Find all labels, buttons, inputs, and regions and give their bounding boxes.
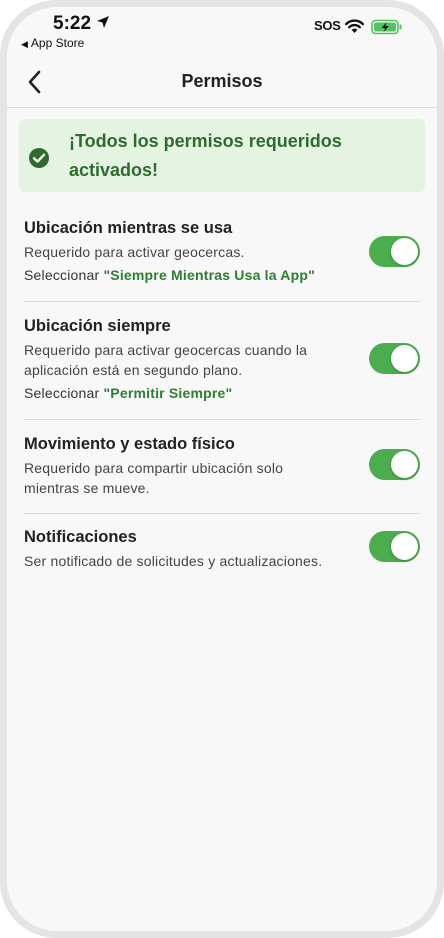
page-title: Permisos — [181, 71, 263, 91]
hint-prefix: Seleccionar — [24, 267, 104, 283]
toggle-knob — [391, 238, 418, 265]
back-app-label: App Store — [30, 36, 85, 50]
permission-hint: Seleccionar "Permitir Siempre" — [24, 385, 420, 401]
toggle-location-always[interactable] — [369, 343, 420, 374]
permission-description: Requerido para activar geocercas. — [24, 244, 245, 260]
toggle-knob — [391, 451, 418, 478]
divider — [24, 419, 420, 420]
permission-title: Ubicación mientras se usa — [24, 219, 233, 237]
navigation-bar: Permisos — [7, 59, 437, 108]
permission-description: Requerido para activar geocercas cuando … — [24, 342, 308, 378]
back-triangle-icon: ◀ — [21, 39, 28, 49]
hint-prefix: Seleccionar — [24, 385, 104, 401]
back-to-app-store[interactable]: ◀ App Store — [21, 36, 84, 50]
toggle-motion-fitness[interactable] — [369, 449, 420, 480]
battery-charging-icon — [371, 19, 403, 40]
status-bar: 5:22 ◀ App Store SOS — [7, 7, 437, 59]
success-banner: ¡Todos los permisos requeridos activados… — [19, 119, 425, 192]
permission-location-when-in-use: Ubicación mientras se usa Requerido para… — [24, 219, 420, 283]
toggle-knob — [391, 345, 418, 372]
hint-option: "Permitir Siempre" — [103, 385, 233, 401]
toggle-notifications[interactable] — [369, 531, 420, 562]
banner-text: ¡Todos los permisos requeridos activados… — [69, 131, 342, 180]
permission-hint: Seleccionar "Siempre Mientras Usa la App… — [24, 267, 420, 283]
device-frame: 5:22 ◀ App Store SOS Permisos ¡Todos los… — [0, 0, 444, 938]
divider — [24, 513, 420, 514]
permission-description: Ser notificado de solicitudes y actualiz… — [24, 553, 323, 569]
permission-title: Notificaciones — [24, 528, 137, 546]
hint-option: "Siempre Mientras Usa la App" — [103, 267, 315, 283]
status-time: 5:22 — [53, 13, 92, 34]
permission-location-always: Ubicación siempre Requerido para activar… — [24, 317, 420, 401]
check-circle-icon — [28, 147, 50, 174]
permission-notifications: Notificaciones Ser notificado de solicit… — [24, 528, 420, 571]
permission-description: Requerido para compartir ubicación solo … — [24, 460, 284, 496]
permission-title: Movimiento y estado físico — [24, 435, 235, 453]
sos-indicator: SOS — [314, 18, 341, 33]
location-arrow-icon — [96, 15, 110, 34]
permission-title: Ubicación siempre — [24, 317, 171, 335]
divider — [24, 301, 420, 302]
screen: 5:22 ◀ App Store SOS Permisos ¡Todos los… — [7, 7, 437, 931]
wifi-icon — [344, 18, 365, 39]
permission-motion-fitness: Movimiento y estado físico Requerido par… — [24, 435, 420, 498]
toggle-location-when-in-use[interactable] — [369, 236, 420, 267]
toggle-knob — [391, 533, 418, 560]
